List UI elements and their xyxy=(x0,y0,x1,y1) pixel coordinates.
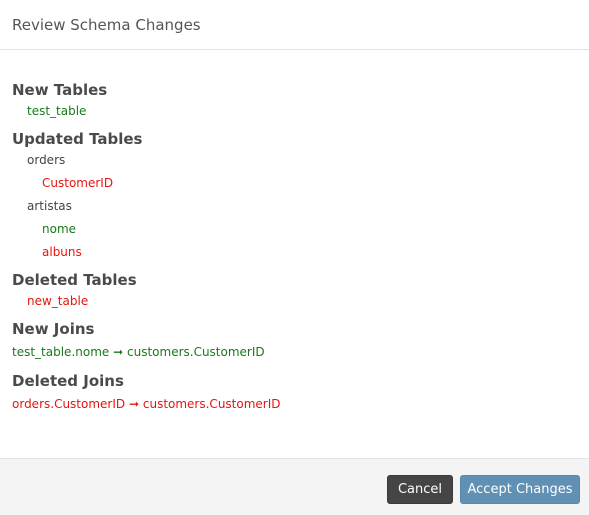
join-item: test_table.nome ➞ customers.CustomerID xyxy=(12,339,577,365)
new-table-item: test_table xyxy=(27,104,87,118)
new-tables-section: New Tables test_table xyxy=(12,80,577,123)
modal-body: New Tables test_table Updated Tables ord… xyxy=(0,50,589,417)
arrow-right-icon: ➞ xyxy=(113,345,124,359)
deleted-joins-section: Deleted Joins orders.CustomerID ➞ custom… xyxy=(12,371,577,417)
modal-footer: Cancel Accept Changes xyxy=(0,458,589,515)
section-title-deleted-joins: Deleted Joins xyxy=(12,372,124,390)
section-title-new-joins: New Joins xyxy=(12,320,95,338)
join-from: orders.CustomerID xyxy=(12,397,126,411)
modal-title: Review Schema Changes xyxy=(12,15,201,34)
cancel-button[interactable]: Cancel xyxy=(387,475,453,504)
join-to: customers.CustomerID xyxy=(142,397,281,411)
section-title-new-tables: New Tables xyxy=(12,81,108,99)
section-title-deleted-tables: Deleted Tables xyxy=(12,271,137,289)
added-column: nome xyxy=(42,222,77,236)
updated-table-name: artistas xyxy=(27,199,72,213)
removed-column: albuns xyxy=(42,245,82,259)
deleted-tables-section: Deleted Tables new_table xyxy=(12,270,577,313)
updated-tables-section: Updated Tables orders CustomerID artista… xyxy=(12,129,577,264)
join-item: orders.CustomerID ➞ customers.CustomerID xyxy=(12,391,577,417)
deleted-table-item: new_table xyxy=(27,294,89,308)
modal-header: Review Schema Changes xyxy=(0,0,589,50)
updated-table-name: orders xyxy=(27,153,66,167)
new-joins-section: New Joins test_table.nome ➞ customers.Cu… xyxy=(12,319,577,365)
join-to: customers.CustomerID xyxy=(127,345,265,359)
arrow-right-icon: ➞ xyxy=(128,397,140,411)
accept-changes-button[interactable]: Accept Changes xyxy=(460,475,580,504)
join-from: test_table.nome xyxy=(12,345,110,359)
section-title-updated-tables: Updated Tables xyxy=(12,130,143,148)
removed-column: CustomerID xyxy=(42,176,114,190)
